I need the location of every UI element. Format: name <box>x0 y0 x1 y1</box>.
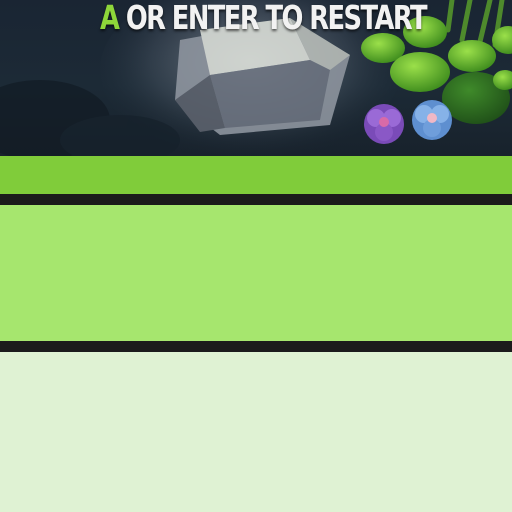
game-scene: A OR ENTER TO RESTART <box>0 0 512 156</box>
game-screen: A OR ENTER TO RESTART <box>0 0 512 512</box>
divider-top <box>0 194 512 205</box>
restart-text: OR ENTER TO RESTART <box>118 0 428 37</box>
purple-flower <box>364 104 404 144</box>
green-band-top <box>0 156 512 194</box>
restart-hint: A OR ENTER TO RESTART <box>58 0 468 37</box>
pale-band-bottom <box>0 352 512 512</box>
divider-bottom <box>0 341 512 352</box>
green-band-middle <box>0 205 512 341</box>
restart-key: A <box>100 0 120 37</box>
blue-flower <box>412 100 452 140</box>
